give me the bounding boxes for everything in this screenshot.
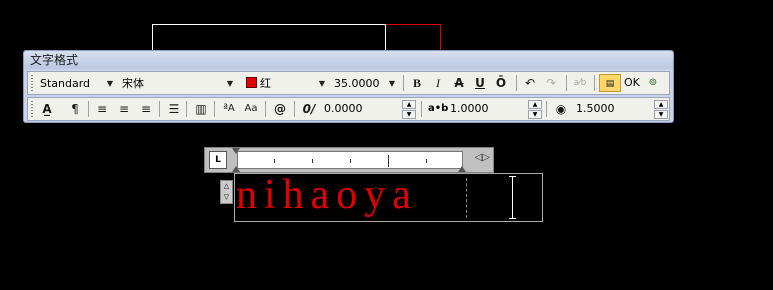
width-factor-value[interactable]: 1.5000: [576, 98, 615, 120]
drawing-line: [152, 24, 386, 25]
tab-type-button[interactable]: L: [209, 151, 227, 169]
chevron-down-icon: ▼: [318, 79, 325, 88]
line-spacing-icon[interactable]: ☰: [165, 100, 183, 118]
height-value: 35.0000: [334, 77, 380, 90]
divider: [421, 101, 422, 117]
tracking-spinner[interactable]: ▲ ▼: [528, 100, 542, 119]
color-select[interactable]: 红 ▼: [242, 74, 328, 92]
align-right-icon[interactable]: ≡: [137, 100, 155, 118]
drawing-line-red: [440, 24, 441, 50]
oblique-angle-icon: 0/: [302, 102, 316, 116]
align-left-icon[interactable]: ≡: [93, 100, 111, 118]
lowercase-icon[interactable]: Aa: [242, 100, 260, 118]
divider: [294, 101, 295, 117]
ruler-tick: [426, 159, 427, 163]
color-swatch-icon: [246, 77, 257, 88]
align-center-icon[interactable]: ≡: [115, 100, 133, 118]
uppercase-icon[interactable]: ªA: [220, 100, 238, 118]
mtext-content[interactable]: nihaoya: [236, 170, 418, 220]
divider: [159, 101, 160, 117]
divider: [594, 75, 595, 91]
text-format-toolbar: 文字格式 Standard ▼ 宋体 ▼ 红 ▼ 35.0000 ▼ B I A U Ō…: [23, 50, 674, 123]
stack-icon[interactable]: a⁄b: [571, 74, 589, 92]
strikethrough-button[interactable]: A: [450, 74, 468, 92]
right-indent-marker[interactable]: [458, 166, 466, 172]
oblique-angle-spinner[interactable]: ▲ ▼: [402, 100, 416, 119]
oblique-angle-value[interactable]: 0.0000: [324, 98, 363, 120]
chevron-down-icon: ▼: [106, 79, 113, 88]
toolbar-row-1: Standard ▼ 宋体 ▼ 红 ▼ 35.0000 ▼ B I A U Ō ↶ ↷ …: [27, 71, 670, 95]
paragraph-icon[interactable]: ¶: [66, 100, 84, 118]
divider: [566, 75, 567, 91]
style-select[interactable]: Standard ▼: [36, 74, 116, 92]
undo-icon[interactable]: ↶: [521, 74, 539, 92]
underline-button[interactable]: U: [471, 74, 489, 92]
first-indent-marker[interactable]: [232, 148, 240, 154]
options-chevron-icon[interactable]: ⊚: [644, 74, 662, 92]
ruler-tick: [274, 159, 275, 163]
color-value: 红: [260, 77, 271, 90]
italic-button[interactable]: I: [429, 74, 447, 92]
bold-button[interactable]: B: [408, 74, 426, 92]
grip-handle[interactable]: [31, 101, 33, 117]
text-cursor: [509, 176, 516, 219]
toolbar-title[interactable]: 文字格式: [24, 51, 673, 69]
drawing-line: [152, 24, 153, 50]
drawing-line: [385, 24, 386, 50]
width-resize-icon[interactable]: ◁▷: [475, 152, 490, 163]
divider: [214, 101, 215, 117]
toolbar-row-2: A̲ ¶ ≡ ≡ ≡ ☰ ▥ ªA Aa @ 0/ 0.0000 ▲ ▼ a•b …: [27, 97, 670, 121]
divider: [88, 101, 89, 117]
columns-icon[interactable]: ▥: [192, 100, 210, 118]
ruler-tick: [312, 159, 313, 163]
chevron-down-icon: ▼: [388, 79, 395, 88]
font-select[interactable]: 宋体 ▼: [118, 74, 236, 92]
style-value: Standard: [40, 77, 91, 90]
width-factor-spinner[interactable]: ▲ ▼: [654, 100, 668, 119]
redo-icon[interactable]: ↷: [542, 74, 560, 92]
ruler-tick: [350, 159, 351, 163]
divider: [403, 75, 404, 91]
text-boundary-line: [466, 178, 467, 218]
drawing-line-red: [386, 24, 441, 25]
symbol-icon[interactable]: @: [271, 100, 289, 118]
height-select[interactable]: 35.0000 ▼: [330, 74, 398, 92]
divider: [265, 101, 266, 117]
grip-handle[interactable]: [31, 75, 33, 91]
ok-button[interactable]: OK: [624, 72, 640, 94]
chevron-down-icon: ▼: [226, 79, 233, 88]
ruler-toggle-icon[interactable]: ▤: [599, 74, 621, 92]
divider: [516, 75, 517, 91]
height-resize-handle[interactable]: △ ▽: [220, 180, 233, 204]
tracking-value[interactable]: 1.0000: [450, 98, 489, 120]
width-factor-icon: ◉: [555, 102, 567, 116]
ruler-tick: [388, 155, 389, 167]
ruler-scale[interactable]: [237, 151, 463, 169]
overline-button[interactable]: Ō: [492, 74, 510, 92]
tracking-icon: a•b: [428, 103, 449, 114]
divider: [546, 101, 547, 117]
font-value: 宋体: [122, 77, 144, 90]
divider: [186, 101, 187, 117]
insert-field-icon[interactable]: A̲: [38, 100, 56, 118]
